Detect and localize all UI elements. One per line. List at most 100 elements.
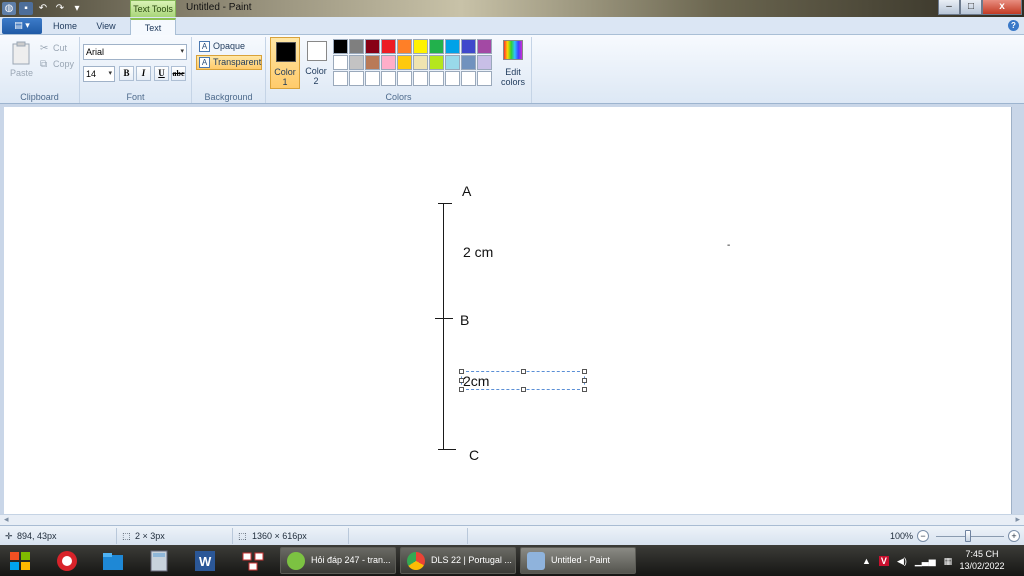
taskbar-network-icon[interactable]: [236, 548, 270, 573]
tab-home[interactable]: Home: [46, 18, 84, 35]
palette-swatch-r3-c8[interactable]: [445, 71, 460, 86]
show-hidden-icons-icon[interactable]: ▲: [862, 556, 871, 566]
palette-swatch-r3-c9[interactable]: [461, 71, 476, 86]
cut-button[interactable]: ✂ Cut: [40, 42, 76, 54]
resize-handle-bl[interactable]: [459, 387, 464, 392]
zoom-level: 100%: [890, 531, 914, 541]
resize-handle-tr[interactable]: [582, 369, 587, 374]
taskbar-calculator-icon[interactable]: [142, 548, 176, 573]
font-size-value: 14: [86, 69, 97, 79]
palette-swatch-r1-c10[interactable]: [477, 39, 492, 54]
antivirus-tray-icon[interactable]: V: [878, 556, 889, 566]
palette-swatch-r2-c1[interactable]: [333, 55, 348, 70]
bold-button[interactable]: B: [119, 66, 134, 81]
palette-swatch-r2-c8[interactable]: [445, 55, 460, 70]
resize-handle-b[interactable]: [521, 387, 526, 392]
palette-swatch-r1-c6[interactable]: [413, 39, 428, 54]
background-group-label: Background: [204, 92, 253, 102]
resize-handle-tl[interactable]: [459, 369, 464, 374]
zoom-out-button[interactable]: −: [917, 530, 929, 542]
palette-swatch-r2-c2[interactable]: [349, 55, 364, 70]
signal-icon[interactable]: ▁▃▅: [915, 556, 936, 567]
palette-swatch-r3-c1[interactable]: [333, 71, 348, 86]
taskbar-word-icon[interactable]: W: [188, 548, 222, 573]
scroll-right-icon[interactable]: ▸: [1015, 514, 1020, 525]
resize-handle-br[interactable]: [582, 387, 587, 392]
clipboard-group-label: Clipboard: [20, 92, 59, 102]
clock[interactable]: 7:45 CH 13/02/2022: [958, 548, 1006, 572]
customize-qat-icon[interactable]: ▾: [70, 2, 84, 15]
palette-swatch-r1-c7[interactable]: [429, 39, 444, 54]
tab-view[interactable]: View: [86, 18, 126, 35]
resize-handle-t[interactable]: [521, 369, 526, 374]
chrome-icon: [407, 552, 425, 570]
redo-icon[interactable]: ↷: [53, 2, 67, 15]
resize-handle-l[interactable]: [459, 378, 464, 383]
palette-swatch-r1-c2[interactable]: [349, 39, 364, 54]
palette-swatch-r2-c7[interactable]: [429, 55, 444, 70]
paste-button[interactable]: Paste: [8, 41, 34, 81]
italic-button[interactable]: I: [136, 66, 151, 81]
font-family-select[interactable]: Arial ▾: [83, 44, 187, 60]
palette-swatch-r2-c5[interactable]: [397, 55, 412, 70]
palette-swatch-r3-c3[interactable]: [365, 71, 380, 86]
palette-swatch-r3-c10[interactable]: [477, 71, 492, 86]
taskbar-task-hoidap[interactable]: Hỏi đáp 247 - tran...: [280, 547, 396, 574]
undo-icon[interactable]: ↶: [36, 2, 50, 15]
palette-swatch-r1-c8[interactable]: [445, 39, 460, 54]
edit-colors-button[interactable]: Edit colors: [499, 38, 527, 90]
save-icon[interactable]: ▪: [19, 2, 33, 15]
underline-button[interactable]: U: [154, 66, 169, 81]
palette-swatch-r1-c3[interactable]: [365, 39, 380, 54]
copy-button[interactable]: ⧉ Copy: [40, 58, 76, 70]
paint-app-icon: [527, 552, 545, 570]
taskbar-explorer-icon[interactable]: [96, 548, 130, 573]
opaque-button[interactable]: A Opaque: [196, 39, 262, 54]
palette-swatch-r3-c2[interactable]: [349, 71, 364, 86]
tab-text[interactable]: Text: [130, 18, 176, 35]
palette-swatch-r2-c9[interactable]: [461, 55, 476, 70]
palette-swatch-r1-c4[interactable]: [381, 39, 396, 54]
zoom-in-button[interactable]: +: [1008, 530, 1020, 542]
menu-icon: ▤ ▾: [14, 20, 30, 30]
word-icon: W: [195, 550, 215, 571]
minimize-button[interactable]: –: [938, 0, 960, 15]
palette-swatch-r1-c1[interactable]: [333, 39, 348, 54]
scroll-left-icon[interactable]: ◂: [4, 514, 9, 525]
palette-swatch-r2-c10[interactable]: [477, 55, 492, 70]
strikethrough-button[interactable]: abc: [171, 66, 186, 81]
taskbar-task-label: Untitled - Paint: [551, 555, 611, 565]
taskbar-ccleaner-icon[interactable]: [50, 548, 84, 573]
palette-swatch-r2-c4[interactable]: [381, 55, 396, 70]
palette-swatch-r2-c3[interactable]: [365, 55, 380, 70]
paint-menu-button[interactable]: ▤ ▾: [2, 18, 42, 34]
palette-swatch-r3-c4[interactable]: [381, 71, 396, 86]
taskbar-task-chrome[interactable]: DLS 22 | Portugal ...: [400, 547, 516, 574]
palette-swatch-r2-c6[interactable]: [413, 55, 428, 70]
transparent-button[interactable]: A Transparent: [196, 55, 262, 70]
paint-app-icon[interactable]: ◍: [2, 2, 16, 15]
color1-button[interactable]: Color 1: [270, 37, 300, 89]
color2-button[interactable]: Color 2: [302, 37, 330, 89]
ccleaner-icon: [57, 550, 77, 571]
help-icon[interactable]: ?: [1008, 20, 1019, 31]
palette-swatch-r1-c5[interactable]: [397, 39, 412, 54]
taskbar-task-paint[interactable]: Untitled - Paint: [520, 547, 636, 574]
palette-swatch-r3-c6[interactable]: [413, 71, 428, 86]
zoom-slider-thumb[interactable]: [965, 530, 971, 542]
font-size-select[interactable]: 14 ▾: [83, 66, 115, 82]
status-bar: ✛ 894, 43px ⬚ 2 × 3px ⬚ 1360 × 616px 100…: [0, 525, 1024, 545]
volume-icon[interactable]: ◀): [897, 556, 907, 567]
horizontal-scrollbar[interactable]: ◂ ▸: [0, 514, 1024, 525]
resize-handle-r[interactable]: [582, 378, 587, 383]
palette-swatch-r3-c7[interactable]: [429, 71, 444, 86]
palette-swatch-r3-c5[interactable]: [397, 71, 412, 86]
drawing-canvas[interactable]: [4, 107, 1012, 518]
ribbon-tabs: ▤ ▾ Home View Text ?: [0, 17, 1024, 35]
start-button[interactable]: [2, 547, 38, 574]
text-edit-box[interactable]: 2cm: [459, 369, 587, 392]
palette-swatch-r1-c9[interactable]: [461, 39, 476, 54]
maximize-button[interactable]: □: [960, 0, 982, 15]
network-status-icon[interactable]: ▦: [944, 556, 953, 567]
close-button[interactable]: x: [982, 0, 1022, 15]
